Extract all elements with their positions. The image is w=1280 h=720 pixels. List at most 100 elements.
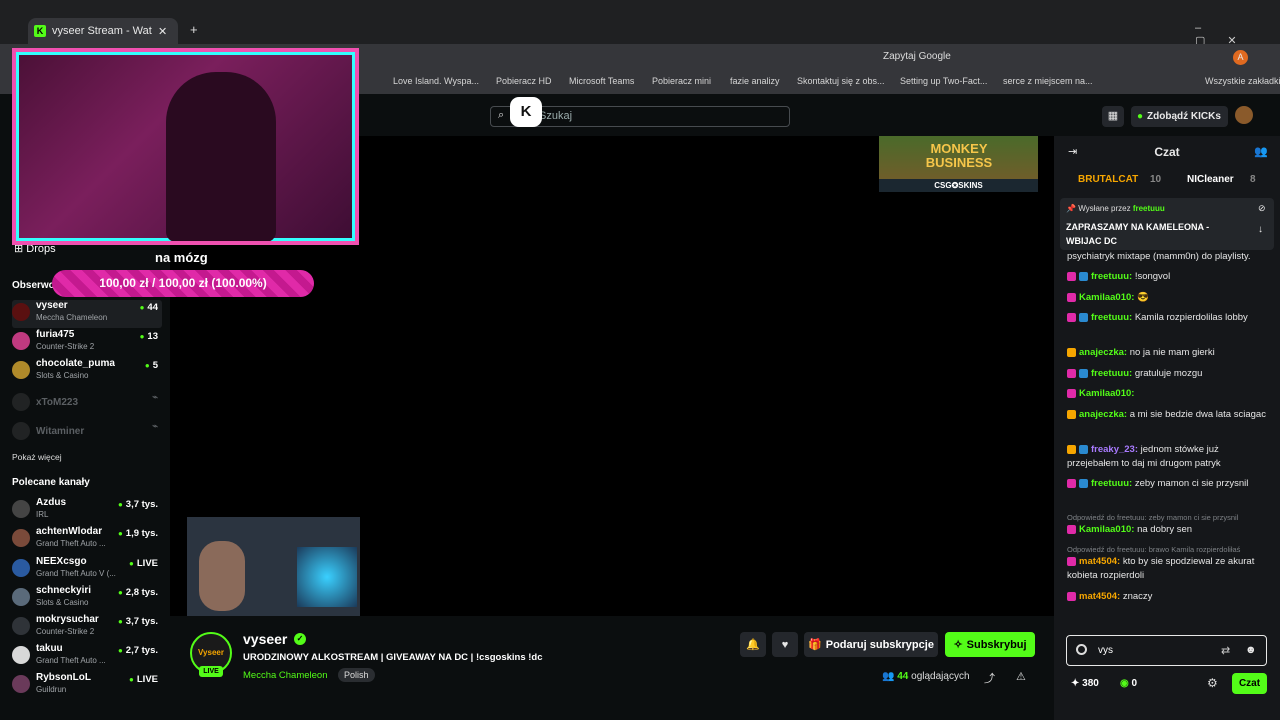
translate-icon[interactable]: ⇄ bbox=[1221, 644, 1230, 657]
leader-count: 8 bbox=[1250, 174, 1256, 185]
bookmark-item[interactable]: Setting up Two-Fact... bbox=[900, 76, 987, 86]
followed-channel-offline[interactable]: xToM223 ⌁ bbox=[12, 390, 162, 418]
followed-channel[interactable]: vyseer Meccha Chameleon 44 bbox=[12, 300, 162, 328]
recommended-channel[interactable]: takuu Grand Theft Auto ... 2,7 tys. bbox=[12, 643, 162, 671]
avatar bbox=[12, 361, 30, 379]
recommended-title: Polecane kanały bbox=[12, 477, 90, 488]
avatar bbox=[12, 675, 30, 693]
chat-users-icon[interactable]: 👥 bbox=[1254, 145, 1268, 158]
chat-message: Kamilaa010: na dobry sen bbox=[1067, 523, 1267, 537]
channel-points[interactable]: ✦ 380 bbox=[1071, 678, 1099, 689]
bookmark-item[interactable]: Skontaktuj się z obs... bbox=[797, 76, 885, 86]
avatar bbox=[12, 559, 30, 577]
close-icon[interactable]: ✕ bbox=[158, 25, 167, 38]
show-more-link[interactable]: Pokaż więcej bbox=[12, 452, 62, 462]
chat-status-icon[interactable] bbox=[1076, 644, 1087, 655]
avatar bbox=[12, 617, 30, 635]
chat-message: psychiatryk mixtape (mamm0n) do playlist… bbox=[1067, 251, 1251, 262]
profile-avatar[interactable]: A bbox=[1233, 50, 1248, 65]
bookmark-item[interactable]: Love Island. Wyspa... bbox=[393, 76, 479, 86]
expand-pin-icon[interactable]: ↓ bbox=[1258, 224, 1263, 235]
bookmark-item[interactable]: Pobieracz mini bbox=[652, 76, 711, 86]
reply-reference[interactable]: Odpowiedź do freetuuu: zeby mamon ci sie… bbox=[1067, 513, 1267, 522]
new-tab-icon[interactable]: + bbox=[190, 22, 198, 37]
webcam-overlay bbox=[12, 48, 359, 245]
recommended-channel[interactable]: RybsonLoL Guildrun LIVE bbox=[12, 672, 162, 700]
donation-progress-bar: 100,00 zł / 100,00 zł (100.00%) bbox=[52, 270, 314, 297]
viewers-icon: 👥 bbox=[882, 671, 898, 682]
avatar bbox=[12, 500, 30, 518]
recommended-channel[interactable]: Azdus IRL 3,7 tys. bbox=[12, 497, 162, 525]
follow-button[interactable]: ♥ bbox=[772, 632, 798, 657]
kick-logo[interactable]: K bbox=[510, 97, 542, 127]
points-icon: ✦ bbox=[1071, 678, 1083, 689]
leader-name: NICleaner bbox=[1187, 174, 1234, 185]
offline-icon: ⌁ bbox=[152, 421, 158, 432]
ask-google-button[interactable]: Zapytaj Google bbox=[883, 51, 951, 62]
offline-icon: ⌁ bbox=[152, 392, 158, 403]
avatar bbox=[12, 646, 30, 664]
star-icon: ✧ bbox=[953, 639, 963, 651]
bookmark-item[interactable]: Microsoft Teams bbox=[569, 76, 634, 86]
recommended-channel[interactable]: achtenWlodar Grand Theft Auto ... 1,9 ty… bbox=[12, 526, 162, 554]
chat-input[interactable]: vys bbox=[1066, 635, 1267, 666]
chat-message: freetuuu: Kamila rozpierdolilas lobby bbox=[1067, 311, 1267, 325]
verified-icon: ✓ bbox=[294, 633, 306, 645]
all-bookmarks[interactable]: Wszystkie zakładki bbox=[1205, 76, 1280, 86]
avatar bbox=[12, 332, 30, 350]
leader-name: BRUTALCAT bbox=[1078, 174, 1139, 185]
bookmark-item[interactable]: Pobieracz HD bbox=[496, 76, 552, 86]
secondary-webcam bbox=[187, 517, 360, 616]
chat-message: anajeczka: a mi sie bedzie dwa lata scia… bbox=[1067, 408, 1267, 422]
followed-channel-offline[interactable]: Witaminer ⌁ bbox=[12, 419, 162, 447]
followed-channel[interactable]: furia475 Counter-Strike 2 13 bbox=[12, 329, 162, 357]
get-kicks-button[interactable]: ● Zdobądź KICKs bbox=[1131, 106, 1228, 127]
pin-icon: 📌 bbox=[1066, 204, 1079, 213]
avatar bbox=[12, 422, 30, 440]
sponsor-banner[interactable]: MONKEY BUSINESS CSG✪SKINS bbox=[879, 136, 1038, 192]
donation-goal-label: na mózg bbox=[155, 250, 208, 265]
gift-icon: 🎁 bbox=[808, 639, 822, 651]
send-chat-button[interactable]: Czat bbox=[1232, 673, 1267, 694]
layout-toggle-button[interactable]: ▦ bbox=[1102, 106, 1124, 127]
recommended-channel[interactable]: mokrysuchar Counter-Strike 2 3,7 tys. bbox=[12, 614, 162, 642]
kicks-icon: ◉ bbox=[1120, 678, 1132, 689]
leader-count: 10 bbox=[1150, 174, 1162, 185]
language-tag[interactable]: Polish bbox=[338, 668, 375, 682]
streamer-name[interactable]: vyseer bbox=[243, 631, 287, 647]
recommended-channel[interactable]: schneckyiri Slots & Casino 2,8 tys. bbox=[12, 585, 162, 613]
followed-channel[interactable]: chocolate_puma Slots & Casino 5 bbox=[12, 358, 162, 386]
browser-tab[interactable]: K vyseer Stream - Watch Live ✕ bbox=[28, 18, 178, 44]
reply-reference[interactable]: Odpowiedź do freetuuu: brawo Kamila rozp… bbox=[1067, 545, 1267, 554]
bookmark-item[interactable]: serce z miejscem na... bbox=[1003, 76, 1093, 86]
stream-category-link[interactable]: Meccha Chameleon bbox=[243, 670, 328, 681]
tab-title: vyseer Stream - Watch Live bbox=[52, 25, 152, 37]
chat-message: mat4504: znaczy bbox=[1067, 590, 1267, 604]
chat-title: Czat bbox=[1154, 145, 1180, 159]
chat-message: Kamilaa010: 😎 bbox=[1067, 291, 1267, 305]
user-avatar[interactable] bbox=[1235, 106, 1253, 124]
avatar bbox=[12, 529, 30, 547]
share-icon[interactable]: ⤴ bbox=[984, 670, 995, 686]
avatar bbox=[12, 393, 30, 411]
report-icon[interactable]: ⚠ bbox=[1016, 670, 1026, 683]
stream-title: URODZINOWY ALKOSTREAM | GIVEAWAY NA DC |… bbox=[243, 652, 543, 663]
subscribe-button[interactable]: ✧ Subskrybuj bbox=[945, 632, 1035, 657]
bookmark-item[interactable]: fazie analizy bbox=[730, 76, 780, 86]
emoji-icon[interactable]: ☻ bbox=[1245, 644, 1257, 656]
chat-message: anajeczka: no ja nie mam gierki bbox=[1067, 346, 1267, 360]
kicks-balance[interactable]: ◉ 0 bbox=[1120, 678, 1137, 689]
search-icon: ⌕ bbox=[498, 109, 505, 121]
viewer-count: 👥 44 oglądających bbox=[882, 671, 970, 682]
avatar bbox=[12, 303, 30, 321]
hide-pin-icon[interactable]: ⊘ bbox=[1258, 203, 1266, 214]
chat-message: freaky_23: jednom stówke już przejebałem… bbox=[1067, 444, 1221, 469]
avatar bbox=[12, 588, 30, 606]
collapse-chat-icon[interactable]: ⇥ bbox=[1068, 145, 1077, 158]
chat-message: freetuuu: zeby mamon ci sie przysnil bbox=[1067, 477, 1267, 491]
notifications-button[interactable]: 🔔 bbox=[740, 632, 766, 657]
gift-subscription-button[interactable]: 🎁 Podaruj subskrypcje bbox=[804, 632, 938, 657]
recommended-channel[interactable]: NEEXcsgo Grand Theft Auto V (... LIVE bbox=[12, 556, 162, 584]
kicks-icon: ● bbox=[1137, 111, 1144, 122]
chat-settings-icon[interactable]: ⚙ bbox=[1207, 676, 1218, 690]
